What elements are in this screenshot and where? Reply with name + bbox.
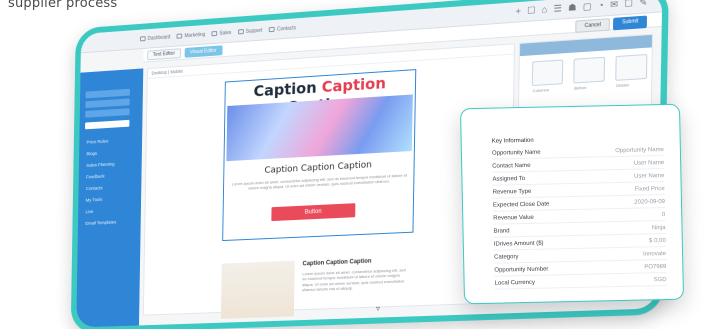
block-label: Button xyxy=(574,85,586,91)
row-value: PO7989 xyxy=(644,264,666,270)
edit-icon[interactable]: ✎ xyxy=(639,0,647,9)
pencils-image xyxy=(221,261,295,319)
info-row: Expected Close Date 2020-09-09 xyxy=(493,197,665,212)
cancel-button[interactable]: Cancel xyxy=(575,18,610,33)
key-info-card: Key Information Opportunity Name Opportun… xyxy=(460,104,684,305)
card-title: Key Information xyxy=(492,138,534,145)
row-label: Contact Name xyxy=(492,163,530,170)
row-value: Opportunity Name xyxy=(615,147,664,154)
row-label: Opportunity Number xyxy=(494,267,548,274)
row-value: $ 0.00 xyxy=(649,238,666,244)
nav-label: Support xyxy=(246,27,263,34)
nav-contacts[interactable]: Contacts xyxy=(269,25,296,33)
sidebar-item-feedback[interactable]: Feedback xyxy=(86,174,105,180)
email-block[interactable]: Caption Caption Caption Caption Caption … xyxy=(222,69,416,241)
row2-text: Lorem ipsum dolor sit amet, consectetur … xyxy=(302,267,411,293)
clock-icon[interactable]: ◔ xyxy=(598,0,604,12)
user-icon[interactable]: ☗ xyxy=(568,2,577,14)
row-label: Revenue Type xyxy=(493,189,532,196)
sidebar-item-live[interactable]: Live xyxy=(85,209,93,214)
nav-label: Marketing xyxy=(184,31,205,38)
sidebar-field[interactable] xyxy=(86,89,130,99)
info-row: Revenue Value 0 xyxy=(493,210,665,225)
row-value: User Name xyxy=(634,173,664,180)
block-label: Columns xyxy=(533,87,549,93)
row-label: Brand xyxy=(493,228,509,234)
support-icon xyxy=(238,29,244,34)
block-divider[interactable]: Divider xyxy=(615,54,647,81)
nav-label: Sales xyxy=(219,29,231,36)
nav-marketing[interactable]: Marketing xyxy=(177,31,205,39)
dashboard-icon xyxy=(140,36,146,41)
row-label: Local Currency xyxy=(495,280,535,287)
marketing-icon xyxy=(177,33,183,38)
email-canvas: Desktop | Mobile Caption Caption Caption… xyxy=(143,43,515,315)
home-icon[interactable]: ⌂ xyxy=(542,4,548,16)
sidebar-field[interactable] xyxy=(85,98,129,108)
sidebar-field[interactable] xyxy=(85,108,129,118)
tab-visual-editor[interactable]: Visual Editor xyxy=(184,45,222,57)
sidebar-item-my-tools[interactable]: My Tools xyxy=(86,197,103,203)
mail-icon[interactable]: ✉ xyxy=(610,0,618,11)
info-row: Revenue Type Fixed Price xyxy=(493,184,665,199)
headline-accent: Caption xyxy=(322,74,387,96)
add-icon[interactable]: + xyxy=(515,6,521,18)
block-columns[interactable]: Columns xyxy=(532,59,564,86)
nav-sales[interactable]: Sales xyxy=(212,29,232,36)
box-icon[interactable]: ☐ xyxy=(624,0,633,10)
row-value: SGD xyxy=(654,277,667,283)
row-label: Opportunity Name xyxy=(492,150,541,157)
drag-handle-icon[interactable]: ▿ xyxy=(376,304,380,313)
row-label: Assigned To xyxy=(492,176,525,183)
row-value: User Name xyxy=(634,160,664,167)
email-cta-button[interactable]: Button xyxy=(271,203,355,221)
nav-label: Contacts xyxy=(277,25,296,32)
info-row: Opportunity Number PO7989 xyxy=(494,262,666,277)
block-button[interactable]: Button xyxy=(573,57,605,84)
row-value: 2020-09-09 xyxy=(634,199,665,206)
sidebar-item-blogs[interactable]: Blogs xyxy=(86,151,97,156)
info-row: IDrives Amount ($) $ 0.00 xyxy=(494,236,666,251)
sidebar-item-price-rules[interactable]: Price Rules xyxy=(87,139,109,145)
sidebar-item-contacts[interactable]: Contacts xyxy=(86,185,103,191)
row-value: 0 xyxy=(662,212,665,218)
contacts-icon xyxy=(269,27,275,32)
row-value: Fixed Price xyxy=(635,186,665,193)
row-value: Innovate xyxy=(643,251,666,257)
action-buttons: Cancel Submit xyxy=(575,16,647,33)
info-row: Local Currency SGD xyxy=(495,275,667,290)
sidebar-item-email-templates[interactable]: Email Templates xyxy=(85,220,116,226)
sidebar-item-sales-planning[interactable]: Sales Planning xyxy=(86,161,114,167)
info-row: Category Innovate xyxy=(494,249,666,264)
row-value: Ninja xyxy=(652,225,666,231)
nav-support[interactable]: Support xyxy=(238,27,263,35)
caption-text: supplier process xyxy=(8,0,117,11)
hero-image xyxy=(226,95,412,162)
nav-dashboard[interactable]: Dashboard xyxy=(140,34,170,42)
info-row: Contact Name User Name xyxy=(492,158,664,173)
info-row: Brand Ninja xyxy=(493,223,665,238)
table-icon[interactable]: ☐ xyxy=(527,5,536,17)
info-row: Assigned To User Name xyxy=(492,171,664,186)
nav-label: Dashboard xyxy=(147,34,170,42)
window-icon[interactable]: ▢ xyxy=(583,1,592,13)
info-row: Opportunity Name Opportunity Name xyxy=(492,145,664,160)
scene: supplier process Dashboard Marketing Sal… xyxy=(0,0,707,329)
sidebar-apply-button[interactable]: Apply xyxy=(85,120,129,129)
row2-title: Caption Caption Caption xyxy=(302,259,371,268)
tab-text-editor[interactable]: Text Editor xyxy=(147,48,181,60)
list-icon[interactable]: ☰ xyxy=(553,3,562,15)
row-label: Revenue Value xyxy=(493,215,534,222)
sidebar: Apply Price Rules Blogs Sales Planning F… xyxy=(76,68,143,327)
apply-label: Apply xyxy=(85,130,103,136)
submit-button[interactable]: Submit xyxy=(613,16,647,31)
row-label: Expected Close Date xyxy=(493,201,549,208)
row-label: IDrives Amount ($) xyxy=(494,241,544,248)
panel-tabs[interactable] xyxy=(520,35,652,56)
row-label: Category xyxy=(494,254,518,261)
block-label: Divider xyxy=(616,82,629,88)
sales-icon xyxy=(212,31,218,36)
